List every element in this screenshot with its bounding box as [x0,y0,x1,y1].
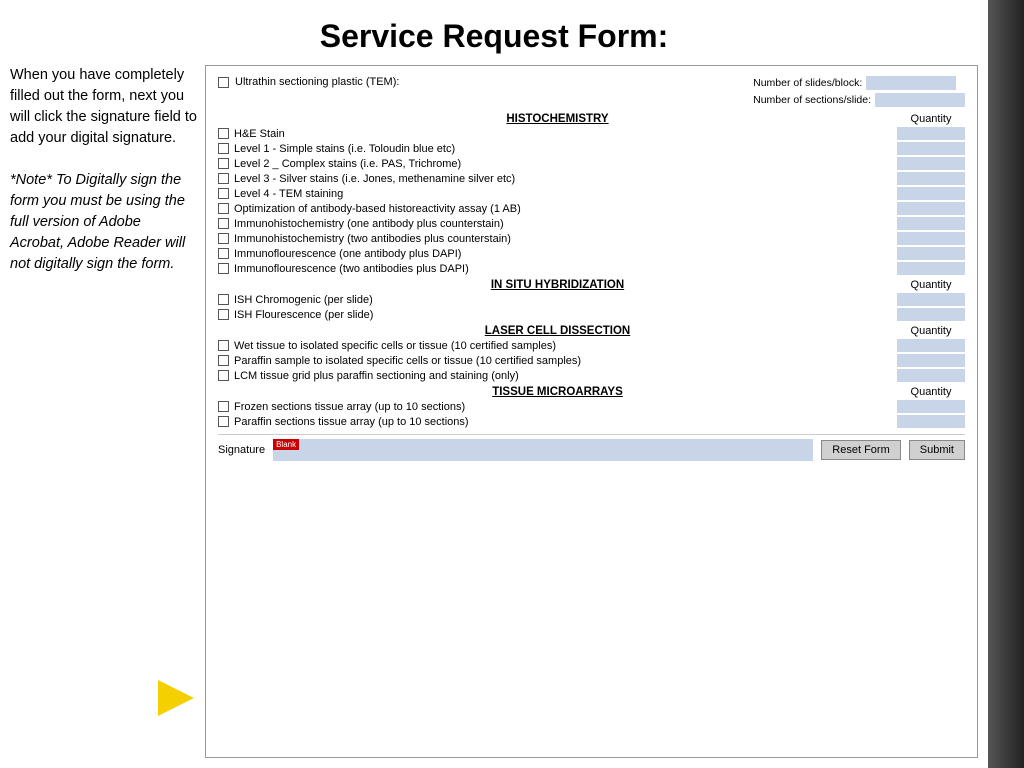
num-sections-label: Number of sections/slide: [753,94,871,106]
arrow-area [158,680,194,716]
histo-cb-2[interactable] [218,158,229,169]
histo-qty-0[interactable] [897,127,965,140]
histo-cb-5[interactable] [218,203,229,214]
laser-item-1: Paraffin sample to isolated specific cel… [218,354,965,367]
histo-qty-9[interactable] [897,262,965,275]
histo-qty-6[interactable] [897,217,965,230]
histo-item-1: Level 1 - Simple stains (i.e. Toloudin b… [218,142,965,155]
signature-bar: Signature Blank Reset Form Submit [218,434,965,461]
submit-button[interactable]: Submit [909,440,965,460]
signature-label: Signature [218,444,265,456]
histo-qty-4[interactable] [897,187,965,200]
histo-item-3: Level 3 - Silver stains (i.e. Jones, met… [218,172,965,185]
top-label: Ultrathin sectioning plastic (TEM): [235,76,399,88]
insitu-cb-0[interactable] [218,294,229,305]
histo-item-0: H&E Stain [218,127,965,140]
histo-qty-2[interactable] [897,157,965,170]
insitu-item-1: ISH Flourescence (per slide) [218,308,965,321]
laser-section-header: LASER CELL DISSECTION [485,325,630,337]
laser-header-row: LASER CELL DISSECTION Quantity [218,325,965,337]
insitu-section-header: IN SITU HYBRIDIZATION [491,279,624,291]
main-content: Service Request Form: When you have comp… [0,0,988,768]
histo-item-9: Immunoflourescence (two antibodies plus … [218,262,965,275]
insitu-item-0: ISH Chromogenic (per slide) [218,293,965,306]
form-top-left: Ultrathin sectioning plastic (TEM): [218,76,753,88]
histo-cb-7[interactable] [218,233,229,244]
laser-cb-2[interactable] [218,370,229,381]
histo-cb-3[interactable] [218,173,229,184]
tissue-cb-1[interactable] [218,416,229,427]
form-container: Ultrathin sectioning plastic (TEM): Numb… [205,65,978,758]
histo-item-5: Optimization of antibody-based historeac… [218,202,965,215]
insitu-header-row: IN SITU HYBRIDIZATION Quantity [218,279,965,291]
num-sections-input[interactable] [875,93,965,107]
histo-cb-4[interactable] [218,188,229,199]
histo-cb-1[interactable] [218,143,229,154]
tissue-item-0: Frozen sections tissue array (up to 10 s… [218,400,965,413]
tissue-qty-0[interactable] [897,400,965,413]
histo-header-row: HISTOCHEMISTRY Quantity [218,113,965,125]
form-top-right: Number of slides/block: Number of sectio… [753,76,965,107]
laser-item-0: Wet tissue to isolated specific cells or… [218,339,965,352]
top-checkbox[interactable] [218,77,229,88]
histo-cb-0[interactable] [218,128,229,139]
histo-qty-8[interactable] [897,247,965,260]
laser-item-2: LCM tissue grid plus paraffin sectioning… [218,369,965,382]
laser-cb-1[interactable] [218,355,229,366]
histo-item-6: Immunohistochemistry (one antibody plus … [218,217,965,230]
reset-button[interactable]: Reset Form [821,440,900,460]
page-wrapper: Service Request Form: When you have comp… [0,0,1024,768]
num-slides-input[interactable] [866,76,956,90]
tissue-section-header: TISSUE MICROARRAYS [492,386,623,398]
tissue-item-1: Paraffin sections tissue array (up to 10… [218,415,965,428]
sidebar: When you have completely filled out the … [10,65,205,758]
laser-cb-0[interactable] [218,340,229,351]
form-top-section: Ultrathin sectioning plastic (TEM): Numb… [218,76,965,107]
sidebar-normal-text: When you have completely filled out the … [10,65,197,149]
histo-qty-1[interactable] [897,142,965,155]
laser-qty-2[interactable] [897,369,965,382]
histo-cb-6[interactable] [218,218,229,229]
signature-field[interactable]: Blank [273,439,813,461]
histo-qty-3[interactable] [897,172,965,185]
page-title: Service Request Form: [0,0,988,65]
histo-item-4: Level 4 - TEM staining [218,187,965,200]
num-slides-row: Number of slides/block: [753,76,965,90]
histo-section-header: HISTOCHEMISTRY [506,113,608,125]
required-badge: Blank [273,439,299,450]
histo-cb-8[interactable] [218,248,229,259]
yellow-arrow-icon [158,680,194,716]
insitu-cb-1[interactable] [218,309,229,320]
histo-qty-label: Quantity [897,113,965,125]
histo-qty-7[interactable] [897,232,965,245]
histo-cb-9[interactable] [218,263,229,274]
laser-qty-label: Quantity [897,325,965,337]
tissue-qty-1[interactable] [897,415,965,428]
insitu-qty-0[interactable] [897,293,965,306]
laser-qty-1[interactable] [897,354,965,367]
num-slides-label: Number of slides/block: [753,77,862,89]
histo-qty-5[interactable] [897,202,965,215]
tissue-qty-label: Quantity [897,386,965,398]
histo-item-8: Immunoflourescence (one antibody plus DA… [218,247,965,260]
sidebar-italic-text: *Note* To Digitally sign the form you mu… [10,170,197,275]
num-sections-row: Number of sections/slide: [753,93,965,107]
histo-item-2: Level 2 _ Complex stains (i.e. PAS, Tric… [218,157,965,170]
laser-qty-0[interactable] [897,339,965,352]
content-area: When you have completely filled out the … [0,65,988,768]
tissue-cb-0[interactable] [218,401,229,412]
insitu-qty-1[interactable] [897,308,965,321]
insitu-qty-label: Quantity [897,279,965,291]
histo-item-7: Immunohistochemistry (two antibodies plu… [218,232,965,245]
tissue-header-row: TISSUE MICROARRAYS Quantity [218,386,965,398]
right-border [988,0,1024,768]
